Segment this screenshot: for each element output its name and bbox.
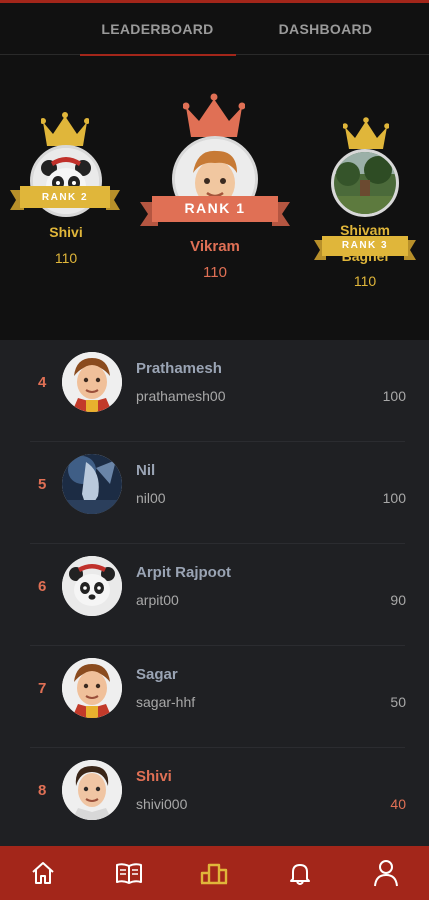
bottom-navigation [0,846,429,900]
podium-name-line2: Baghel [341,248,389,264]
list-score: 90 [390,592,406,608]
list-item[interactable]: 5 Nil nil00 100 [0,442,429,544]
avatar [62,760,122,820]
list-username: sagar-hhf [136,694,196,710]
user-icon [374,860,399,887]
list-name: Prathamesh [136,360,222,377]
podium-score: 110 [203,264,227,281]
cartoon-boy-avatar-icon [62,658,122,718]
bell-icon [290,864,311,885]
rank-label: RANK 1 [184,200,246,216]
nav-home[interactable] [18,853,68,893]
tab-dashboard[interactable]: DASHBOARD [236,3,416,55]
avatar [62,556,122,616]
list-name: Sagar [136,666,178,683]
nav-notifications[interactable] [275,853,325,893]
list-score: 100 [382,388,406,404]
home-icon [32,862,54,884]
anime-photo-icon [62,454,122,514]
tab-bar: LEADERBOARD DASHBOARD [0,3,429,56]
avatar [331,149,399,217]
cartoon-boy-avatar-icon [62,760,122,820]
list-name: Shivi [136,768,172,785]
list-username: shivi000 [136,796,188,812]
rank-number: 7 [38,680,47,697]
list-username: nil00 [136,490,166,506]
podium-score: 110 [353,273,377,289]
rank-label: RANK 2 [41,191,89,203]
nav-profile[interactable] [361,853,411,893]
rank-number: 6 [38,578,47,595]
crown-icon [343,117,389,149]
leaderboard-list: 4 Prathamesh prathamesh00 100 5 Nil nil0… [0,340,429,846]
avatar [62,454,122,514]
podium-score: 110 [54,250,78,266]
tab-leaderboard[interactable]: LEADERBOARD [79,3,236,56]
podium-name: Shivi [49,224,83,240]
nav-leaderboard[interactable] [189,853,239,893]
list-username: prathamesh00 [136,388,226,404]
avatar [62,658,122,718]
podium: RANK 2 Shivi 110 RANK 1 Vikram 110 RANK … [0,56,429,340]
rank-number: 5 [38,476,47,493]
leaderboard-icon [201,863,228,885]
nav-courses[interactable] [104,853,154,893]
list-name: Nil [136,462,156,479]
panda-avatar-icon [62,556,122,616]
podium-name-line1: Shivam [340,222,390,238]
list-username: arpit00 [136,592,179,608]
list-item[interactable]: 6 Arpit Rajpoot arpit00 90 [0,544,429,646]
cartoon-boy-avatar-icon [62,352,122,412]
rank-number: 4 [38,374,47,391]
list-item-current-user[interactable]: 8 Shivi shivi000 40 [0,748,429,850]
crown-icon [41,112,89,146]
crown-icon [183,93,245,137]
book-icon [115,863,142,884]
list-item[interactable]: 7 Sagar sagar-hhf 50 [0,646,429,748]
list-name: Arpit Rajpoot [136,564,231,581]
rank-number: 8 [38,782,47,799]
list-score: 50 [390,694,406,710]
podium-name: Vikram [190,238,240,255]
list-item[interactable]: 4 Prathamesh prathamesh00 100 [0,340,429,442]
avatar [62,352,122,412]
list-score: 100 [382,490,406,506]
nature-photo-icon [334,152,396,214]
list-score: 40 [390,796,406,812]
